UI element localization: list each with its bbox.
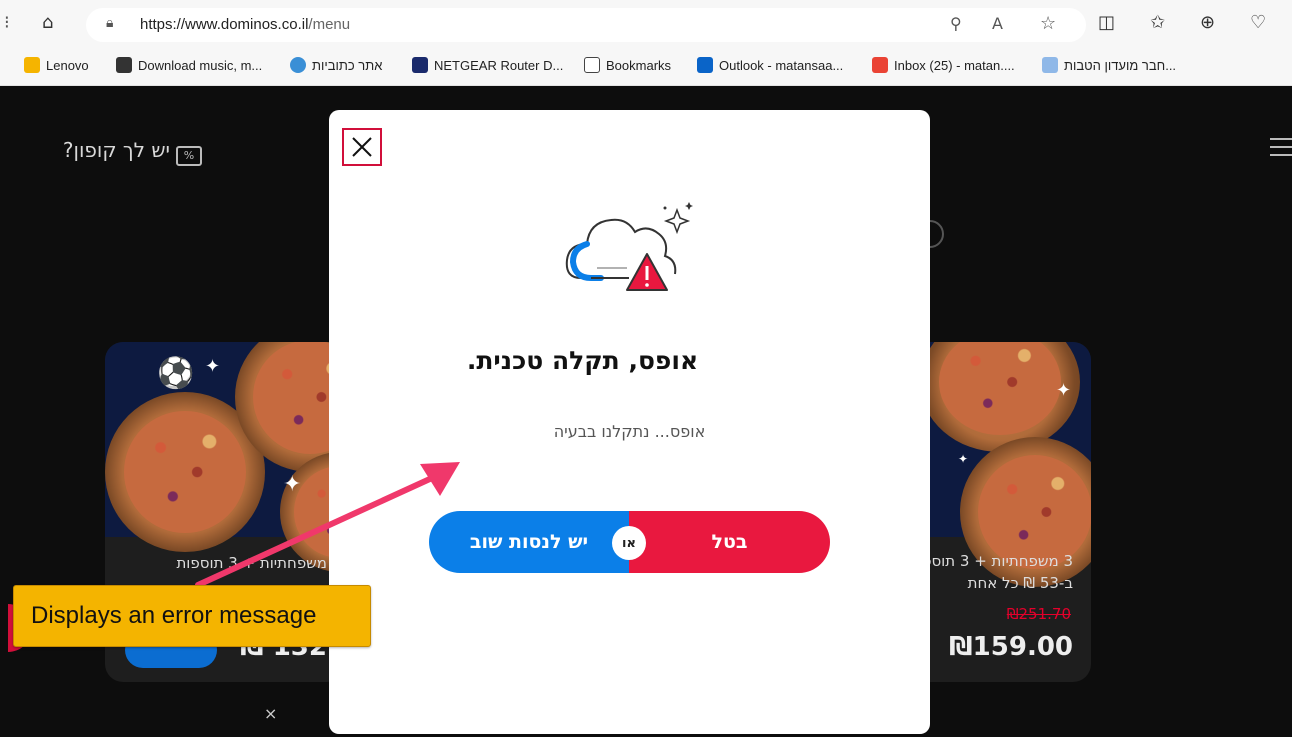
small-close-icon[interactable]: × [264, 704, 277, 723]
bookmark-netgear[interactable]: NETGEAR Router D... [412, 57, 563, 73]
close-button[interactable] [342, 128, 382, 166]
page-icon [584, 57, 600, 73]
modal-actions: יש לנסות שוב בטל או [429, 511, 830, 573]
product-title-line2: ב-53 ₪ כל אחת [967, 574, 1073, 592]
bookmark-subtitles[interactable]: אתר כתוביות [290, 57, 382, 73]
gmail-icon [872, 57, 888, 73]
product-price: ₪159.00 [949, 632, 1073, 662]
coupon-icon: % [176, 146, 202, 166]
home-icon[interactable]: ⌂ [42, 12, 53, 34]
coupon-link[interactable]: %יש לך קופון? [63, 138, 202, 166]
bookmark-outlook[interactable]: Outlook - matansaa... [697, 57, 843, 73]
soccer-ball-icon: ⚽ [157, 356, 195, 391]
split-screen-icon[interactable]: ◫ [1098, 12, 1115, 34]
site-icon [1042, 57, 1058, 73]
favorites-icon[interactable]: ✩ [1150, 12, 1165, 34]
bookmark-gmail[interactable]: Inbox (25) - matan.... [872, 57, 1015, 73]
site-icon [116, 57, 132, 73]
outlook-icon [697, 57, 713, 73]
bookmark-download-music[interactable]: Download music, m... [116, 57, 262, 73]
address-url[interactable]: https://www.dominos.co.il/menu [140, 16, 350, 33]
modal-message: אופס... נתקלנו בבעיה [553, 422, 706, 441]
annotation-callout: Displays an error message [13, 585, 371, 647]
folder-icon [24, 57, 40, 73]
sparkle-icon: ✦ [283, 472, 302, 497]
browser-toolbar: ⁝ ⌂ 🔒︎ https://www.dominos.co.il/menu ⚲ … [0, 0, 1292, 48]
modal-title: אופס, תקלה טכנית. [466, 346, 699, 375]
favorite-star-icon[interactable]: ☆ [1040, 13, 1056, 34]
cloud-warning-icon [565, 202, 693, 291]
sparkle-icon: ✦ [1056, 380, 1072, 401]
or-badge: או [612, 526, 646, 560]
location-icon[interactable]: ⚲ [950, 14, 962, 33]
netgear-icon [412, 57, 428, 73]
product-old-price: ₪251.70 [1006, 605, 1071, 623]
lock-icon: 🔒︎ [106, 15, 114, 31]
address-bar[interactable]: 🔒︎ https://www.dominos.co.il/menu ⚲ A ☆ [86, 8, 1086, 42]
read-aloud-icon[interactable]: A [992, 14, 1003, 33]
hamburger-menu-icon[interactable] [1270, 138, 1292, 158]
bookmark-club-benefits[interactable]: חבר מועדון הטבות... [1042, 57, 1176, 73]
cancel-button[interactable]: בטל [629, 511, 830, 573]
product-image: ⚽ ✦ ✦ [105, 342, 345, 572]
product-title: משפחתיות + 3 תוספות [176, 554, 327, 572]
collections-icon[interactable]: ⊕ [1200, 12, 1215, 34]
close-icon [352, 137, 372, 157]
bookmark-lenovo[interactable]: Lenovo [24, 57, 89, 73]
bookmark-bookmarks[interactable]: Bookmarks [584, 57, 671, 73]
product-title-line1: 3 משפחתיות + 3 תוספות [908, 552, 1073, 570]
sparkle-icon: ✦ [958, 452, 969, 466]
browser-essentials-icon[interactable]: ♡ [1250, 12, 1266, 34]
tab-strip-icon: ⁝ [4, 12, 10, 33]
site-icon [290, 57, 306, 73]
retry-button[interactable]: יש לנסות שוב [429, 511, 629, 573]
sparkle-icon: ✦ [205, 356, 221, 377]
error-modal: אופס, תקלה טכנית. אופס... נתקלנו בבעיה י… [329, 110, 930, 734]
